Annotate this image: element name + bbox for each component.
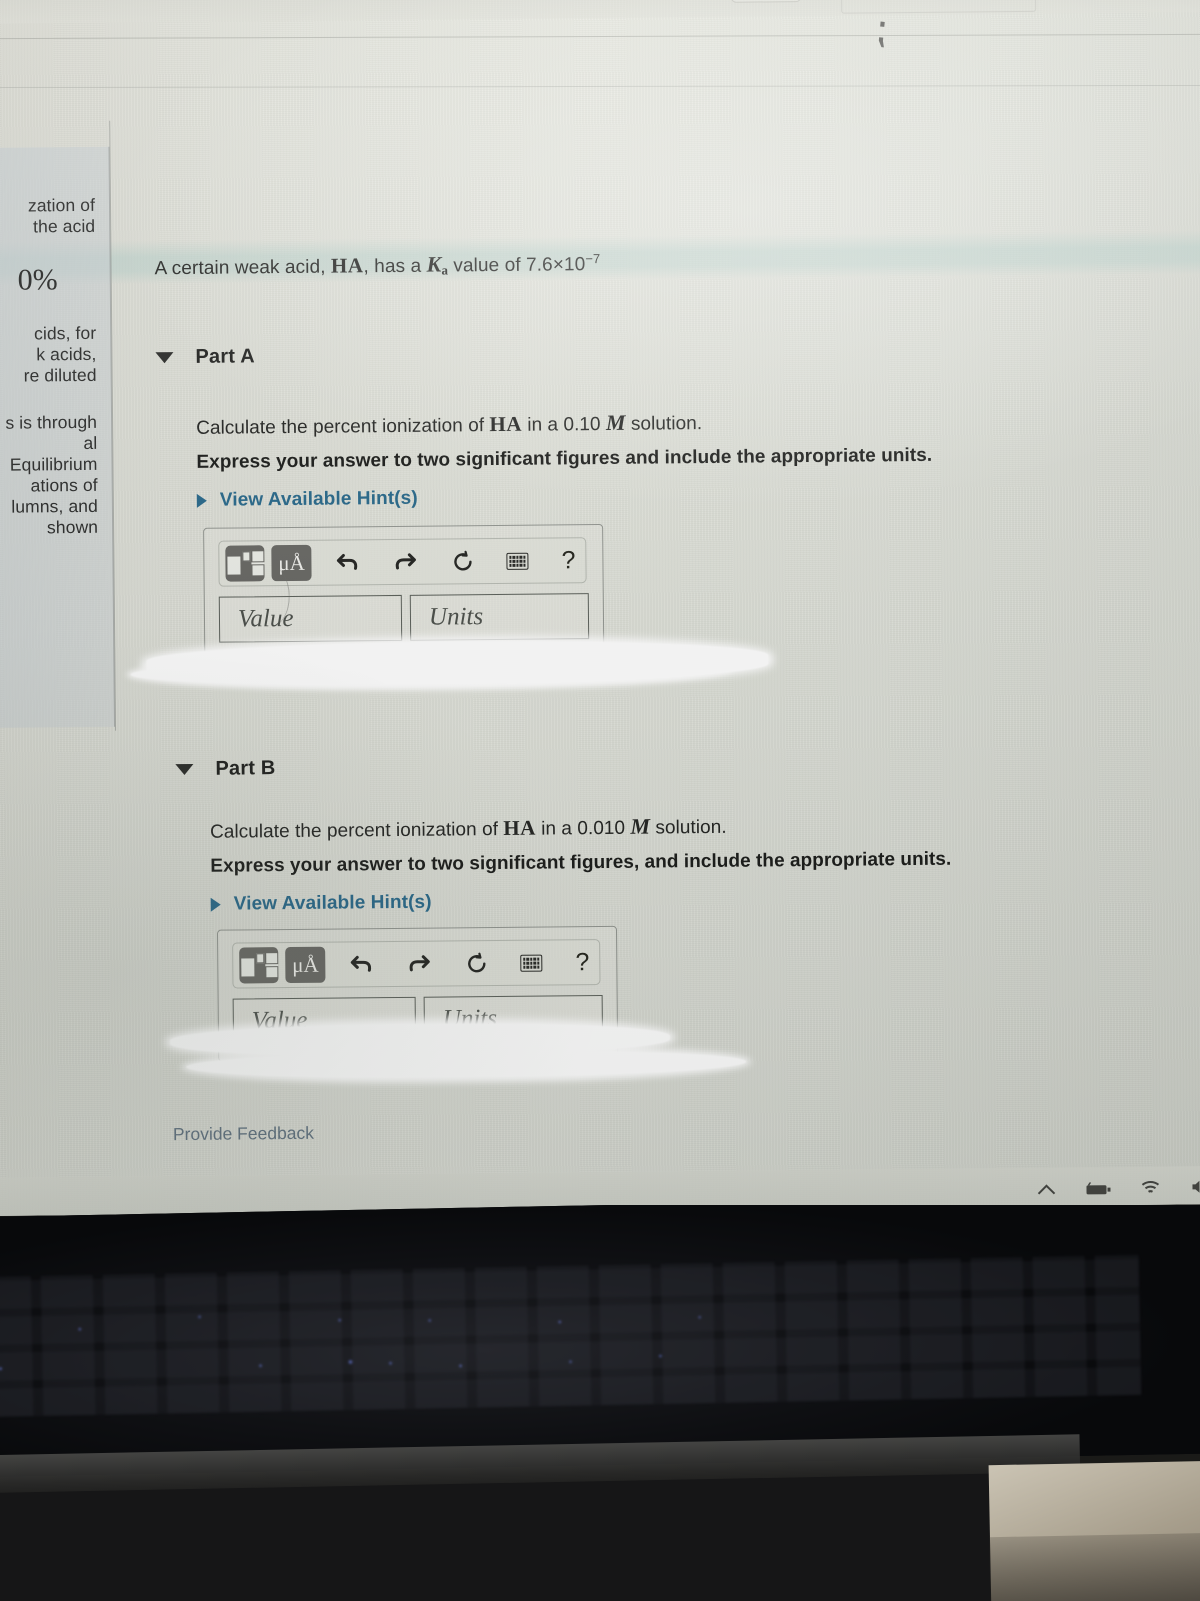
sidebar-text-line: ations of bbox=[30, 474, 98, 496]
provide-feedback-link[interactable]: Provide Feedback bbox=[173, 1123, 314, 1145]
sidebar-text-line: Equilibrium bbox=[9, 453, 98, 475]
math-template-icon[interactable] bbox=[239, 947, 279, 984]
sidebar-text-line: s is through bbox=[5, 411, 98, 433]
keyboard-icon[interactable] bbox=[520, 954, 543, 972]
expand-caret-icon[interactable] bbox=[196, 493, 207, 508]
part-b-question-pre: Calculate the percent ionization of bbox=[209, 818, 504, 843]
show-hidden-icons-icon[interactable] bbox=[1035, 1179, 1057, 1200]
collapse-caret-icon[interactable] bbox=[155, 352, 174, 364]
part-a-instruction: Express your answer to two significant f… bbox=[196, 444, 933, 473]
part-a-title: Part A bbox=[195, 345, 255, 368]
sidebar-text-line: the acid bbox=[33, 215, 96, 237]
ka-exponent: −7 bbox=[585, 251, 601, 267]
redo-icon[interactable] bbox=[407, 953, 431, 975]
browser-toolbar: ...HIMIC Lu... 67% ••• ⁏ bbox=[0, 0, 1200, 89]
part-a-units-input[interactable]: Units bbox=[409, 593, 590, 641]
part-a-question-mid: in a 0.10 bbox=[521, 413, 607, 436]
laptop-screen-photo: ...HIMIC Lu... 67% ••• ⁏ zation of the bbox=[0, 0, 1200, 1601]
part-b-question: Calculate the percent ionization of HA i… bbox=[210, 813, 727, 844]
problem-statement-pre: A certain weak acid, bbox=[154, 256, 332, 280]
keyboard-icon[interactable] bbox=[506, 552, 529, 570]
part-a-hints-toggle[interactable]: View Available Hint(s) bbox=[196, 488, 418, 512]
part-a-header[interactable]: Part A bbox=[155, 345, 255, 369]
part-b-title: Part B bbox=[215, 757, 276, 780]
sidebar-text-line: al bbox=[83, 432, 98, 453]
part-a-acid-formula: HA bbox=[489, 411, 523, 437]
wifi-icon[interactable] bbox=[1139, 1178, 1161, 1199]
part-b-question-mid: in a 0.010 bbox=[535, 817, 631, 840]
reset-icon[interactable] bbox=[465, 952, 488, 975]
laptop-body bbox=[0, 1205, 1200, 1601]
acid-formula: HA bbox=[330, 253, 364, 278]
sidebar-text-line: shown bbox=[46, 516, 99, 538]
pen-mark: ⁏ bbox=[872, 5, 890, 52]
reset-icon[interactable] bbox=[451, 550, 474, 573]
part-b-instruction: Express your answer to two significant f… bbox=[210, 848, 952, 877]
problem-statement-mid: , has a bbox=[363, 255, 427, 278]
units-symbol-icon[interactable]: μÅ bbox=[285, 946, 326, 984]
laptop-display: ...HIMIC Lu... 67% ••• ⁏ zation of the bbox=[0, 0, 1200, 1216]
part-b-answer-toolbar: μÅ ? bbox=[232, 939, 601, 989]
part-b-hints-label[interactable]: View Available Hint(s) bbox=[234, 892, 432, 916]
volume-icon[interactable] bbox=[1189, 1178, 1200, 1199]
sidebar-text-line: zation of bbox=[27, 194, 96, 216]
sidebar-text-line: lumns, and bbox=[11, 495, 98, 517]
part-b-hints-toggle[interactable]: View Available Hint(s) bbox=[210, 892, 432, 916]
problem-statement-post: value of 7.6×10 bbox=[447, 254, 586, 277]
problem-content: A certain weak acid, HA, has a Ka value … bbox=[0, 136, 1200, 1215]
toolbar-divider-bottom bbox=[0, 84, 1200, 89]
undo-icon[interactable] bbox=[349, 953, 373, 975]
part-a-question: Calculate the percent ionization of HA i… bbox=[196, 409, 702, 440]
collapse-caret-icon[interactable] bbox=[175, 763, 194, 776]
ka-symbol: K bbox=[426, 251, 442, 277]
favorites-star-icon[interactable] bbox=[962, 0, 988, 2]
sidebar-text-line: re diluted bbox=[23, 364, 97, 386]
assignment-page: zation of the acid 0% cids, for k acids,… bbox=[0, 120, 1200, 1216]
part-b-question-post: solution. bbox=[649, 816, 727, 839]
undo-icon[interactable] bbox=[335, 551, 359, 573]
expand-caret-icon[interactable] bbox=[210, 897, 221, 912]
part-a-hints-label[interactable]: View Available Hint(s) bbox=[220, 488, 418, 512]
downloads-icon[interactable] bbox=[906, 0, 932, 2]
part-b-header[interactable]: Part B bbox=[175, 757, 276, 781]
battery-icon[interactable] bbox=[1085, 1179, 1111, 1200]
help-icon[interactable]: ? bbox=[561, 546, 575, 575]
part-a-question-post: solution. bbox=[625, 413, 703, 435]
part-a-question-pre: Calculate the percent ionization of bbox=[196, 415, 490, 439]
desk-shadow bbox=[989, 1532, 1200, 1601]
help-icon[interactable]: ? bbox=[575, 948, 589, 977]
part-a-value-input[interactable]: Value bbox=[218, 594, 403, 643]
sidebar-text-line: k acids, bbox=[36, 343, 97, 365]
part-b-acid-formula: HA bbox=[503, 815, 536, 840]
part-a-molarity-symbol: M bbox=[605, 409, 626, 435]
problem-sidebar: zation of the acid 0% cids, for k acids,… bbox=[0, 146, 116, 728]
sidebar-percent-heading: 0% bbox=[17, 263, 58, 297]
problem-statement: A certain weak acid, HA, has a Ka value … bbox=[154, 250, 601, 281]
redo-icon[interactable] bbox=[393, 551, 417, 573]
toolbar-divider-top bbox=[0, 33, 1200, 40]
sidebar-text-line: cids, for bbox=[33, 322, 97, 344]
part-b-molarity-symbol: M bbox=[630, 813, 651, 839]
